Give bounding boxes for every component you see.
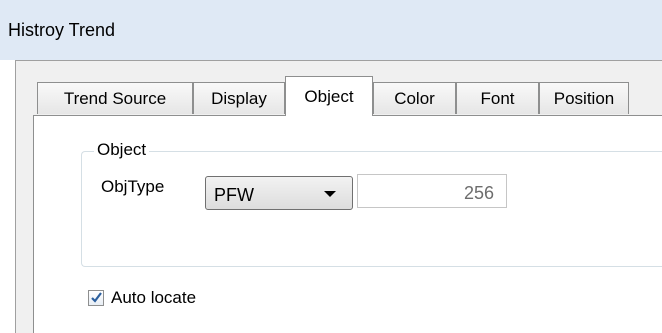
objtype-dropdown[interactable]: PFW	[205, 176, 353, 210]
object-group-title: Object	[94, 140, 150, 160]
tab-position[interactable]: Position	[539, 82, 629, 114]
tab-object[interactable]: Object	[285, 76, 373, 116]
window-title: Histroy Trend	[8, 20, 116, 40]
objtype-label: ObjType	[101, 177, 165, 196]
chevron-down-icon	[324, 191, 336, 197]
title-bar: Histroy Trend	[0, 0, 662, 60]
objtype-selected-value: PFW	[214, 185, 254, 205]
checkmark-icon	[91, 292, 102, 303]
object-address-field[interactable]: 256	[357, 174, 507, 208]
tab-display[interactable]: Display	[193, 82, 285, 114]
tab-color[interactable]: Color	[373, 82, 456, 114]
tab-font[interactable]: Font	[456, 82, 539, 114]
auto-locate-label[interactable]: Auto locate	[111, 288, 196, 308]
auto-locate-checkbox[interactable]	[88, 290, 104, 306]
object-groupbox	[81, 151, 662, 267]
tab-trend-source[interactable]: Trend Source	[37, 82, 193, 114]
object-address-value: 256	[463, 183, 494, 203]
